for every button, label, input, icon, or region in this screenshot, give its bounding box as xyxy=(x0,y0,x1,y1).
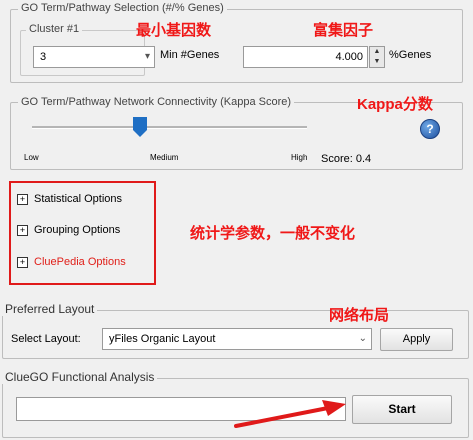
annotation-enrichment: 富集因子 xyxy=(313,22,374,39)
percent-genes-label: %Genes xyxy=(389,49,432,61)
percent-genes-spinner[interactable]: ▲ ▼ xyxy=(369,46,385,68)
layout-select[interactable]: yFiles Organic Layout ⌄ xyxy=(102,328,372,350)
kappa-panel-legend: GO Term/Pathway Network Connectivity (Ka… xyxy=(18,96,295,109)
percent-genes-input[interactable]: 4.000 xyxy=(243,46,368,68)
slider-medium-label: Medium xyxy=(150,153,179,162)
cluster-min-genes-select[interactable]: 3 ▾ xyxy=(33,46,155,68)
cluster-legend: Cluster #1 xyxy=(26,23,83,36)
plus-box-icon: + xyxy=(17,256,28,268)
grouping-options-toggle[interactable]: + Grouping Options xyxy=(17,222,120,238)
select-layout-label: Select Layout: xyxy=(11,333,81,345)
kappa-score-text: Score: 0.4 xyxy=(321,153,372,165)
start-button[interactable]: Start xyxy=(352,395,452,424)
annotation-stats: 统计学参数，一般不变化 xyxy=(190,225,356,242)
layout-panel-legend: Preferred Layout xyxy=(2,303,98,316)
arrow-annotation-icon xyxy=(234,400,346,428)
spinner-down-icon[interactable]: ▼ xyxy=(370,57,384,67)
plus-box-icon: + xyxy=(17,224,28,236)
cluepedia-options-label: CluePedia Options xyxy=(34,256,126,268)
kappa-slider-track[interactable] xyxy=(32,126,307,129)
min-genes-label: Min #Genes xyxy=(160,49,220,61)
apply-button[interactable]: Apply xyxy=(380,328,453,351)
statistical-options-label: Statistical Options xyxy=(34,193,123,205)
layout-select-value: yFiles Organic Layout xyxy=(109,333,216,345)
chevron-down-icon: ⌄ xyxy=(358,333,367,344)
plus-box-icon: + xyxy=(17,193,28,205)
slider-high-label: High xyxy=(291,153,308,162)
annotation-layout: 网络布局 xyxy=(329,307,390,324)
selection-panel-legend: GO Term/Pathway Selection (#/% Genes) xyxy=(18,2,227,15)
grouping-options-label: Grouping Options xyxy=(34,224,121,236)
annotation-kappa: Kappa分数 xyxy=(357,96,433,113)
cluster-min-genes-value: 3 xyxy=(40,51,47,63)
help-icon[interactable]: ? xyxy=(420,119,440,139)
slider-low-label: Low xyxy=(24,153,39,162)
annotation-min-genes: 最小基因数 xyxy=(136,22,212,39)
cluepedia-options-toggle[interactable]: + CluePedia Options xyxy=(17,254,126,270)
chevron-down-icon: ▾ xyxy=(144,51,150,62)
statistical-options-toggle[interactable]: + Statistical Options xyxy=(17,191,122,207)
spinner-up-icon[interactable]: ▲ xyxy=(370,47,384,57)
analysis-panel-legend: ClueGO Functional Analysis xyxy=(2,371,158,384)
